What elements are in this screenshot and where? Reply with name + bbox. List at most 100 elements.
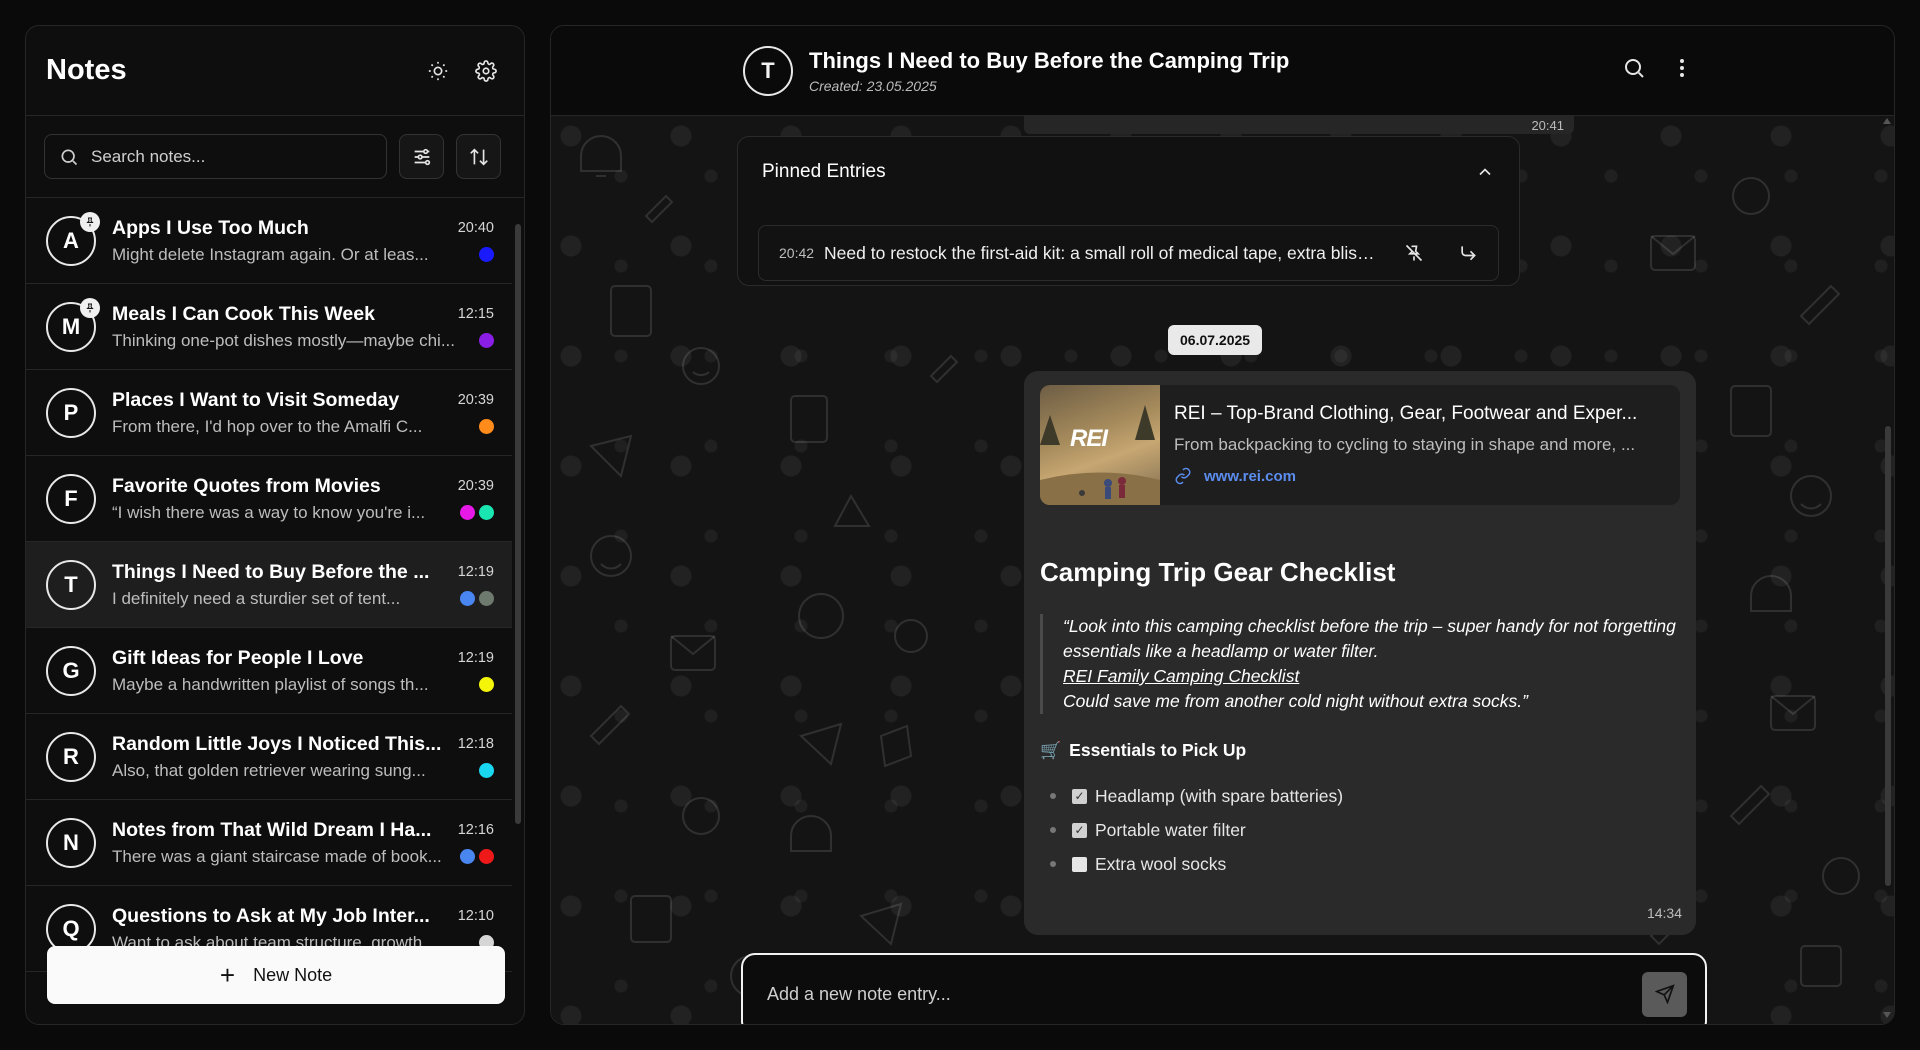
note-entry-bubble: REI REI – Top-Brand Clothing, Gear, Foot… <box>1024 371 1696 935</box>
pinned-entry-time: 20:42 <box>779 245 815 261</box>
go-to-entry-icon[interactable] <box>1458 243 1478 263</box>
pinned-entry-text: Need to restock the first-aid kit: a sma… <box>824 242 1376 263</box>
link-preview-card[interactable]: REI REI – Top-Brand Clothing, Gear, Foot… <box>1040 385 1680 505</box>
color-tag-dot <box>479 505 494 520</box>
note-item-time: 20:39 <box>457 392 494 408</box>
theme-toggle-button[interactable] <box>420 53 456 89</box>
rei-logo: REI <box>1070 425 1108 452</box>
checklist-item-label: Extra wool socks <box>1095 853 1227 874</box>
checklist-item: ✓ Headlamp (with spare batteries) <box>1040 779 1680 813</box>
new-entry-input[interactable] <box>767 983 1642 1005</box>
bullet <box>1050 793 1056 799</box>
note-list-item[interactable]: N Notes from That Wild Dream I Ha... 12:… <box>26 800 512 886</box>
checklist-link[interactable]: REI Family Camping Checklist <box>1063 666 1299 686</box>
checklist-item: Extra wool socks <box>1040 847 1680 881</box>
note-item-preview: Thinking one-pot dishes mostly—maybe chi… <box>112 330 455 350</box>
send-icon <box>1654 984 1675 1004</box>
color-tags <box>479 763 494 778</box>
shopping-cart-icon: 🛒 <box>1040 740 1062 760</box>
note-list-item[interactable]: G Gift Ideas for People I Love 12:19 May… <box>26 628 512 714</box>
entry-heading: Camping Trip Gear Checklist <box>1040 557 1396 587</box>
entry-time: 14:34 <box>1646 905 1682 921</box>
note-item-time: 12:19 <box>457 650 494 666</box>
color-tags <box>479 247 494 262</box>
scroll-up-arrow[interactable] <box>1883 118 1891 124</box>
checkbox[interactable] <box>1072 856 1087 872</box>
gear-icon <box>475 59 497 82</box>
link-preview-url[interactable]: www.rei.com <box>1174 467 1666 485</box>
color-tag-dot <box>479 333 494 348</box>
color-tags <box>460 849 494 864</box>
note-avatar: T <box>46 559 96 610</box>
sidebar-toolbar <box>26 116 524 198</box>
checkbox[interactable]: ✓ <box>1072 788 1087 804</box>
color-tags <box>479 333 494 348</box>
note-header: T Things I Need to Buy Before the Campin… <box>551 26 1894 116</box>
section-heading: 🛒 Essentials to Pick Up <box>1040 740 1680 761</box>
note-list-item[interactable]: F Favorite Quotes from Movies 20:39 “I w… <box>26 456 512 542</box>
scroll-down-arrow[interactable] <box>1883 1012 1891 1018</box>
pinned-entries-header[interactable]: Pinned Entries <box>738 137 1519 207</box>
note-item-title: Favorite Quotes from Movies <box>112 474 381 497</box>
note-item-title: Places I Want to Visit Someday <box>112 388 400 411</box>
note-item-time: 12:15 <box>457 306 494 322</box>
note-title: Things I Need to Buy Before the Camping … <box>809 47 1290 73</box>
sidebar-header: Notes <box>26 26 524 116</box>
search-icon[interactable] <box>1622 56 1646 80</box>
note-item-preview: “I wish there was a way to know you're i… <box>112 502 426 522</box>
chevron-up-icon[interactable] <box>1475 162 1495 182</box>
send-button[interactable] <box>1642 971 1687 1017</box>
note-avatar: F <box>46 473 96 524</box>
note-item-time: 20:40 <box>457 220 494 236</box>
color-tag-dot <box>479 763 494 778</box>
note-list-item[interactable]: R Random Little Joys I Noticed This... 1… <box>26 714 512 800</box>
search-box <box>44 134 387 179</box>
note-item-title: Questions to Ask at My Job Inter... <box>112 904 430 927</box>
color-tag-dot <box>479 849 494 864</box>
note-item-title: Meals I Can Cook This Week <box>112 302 375 325</box>
sort-arrows-icon <box>469 147 488 166</box>
link-preview-title: REI – Top-Brand Clothing, Gear, Footwear… <box>1174 403 1638 424</box>
search-input[interactable] <box>91 146 351 167</box>
entries-scrollbar[interactable] <box>1885 426 1891 886</box>
sort-button[interactable] <box>456 134 501 179</box>
previous-entry-time: 20:41 <box>1531 118 1564 133</box>
note-avatar: G <box>46 645 96 696</box>
more-vertical-icon[interactable] <box>1670 56 1694 80</box>
plus-icon: + <box>219 960 236 990</box>
entry-quote: “Look into this camping checklist before… <box>1040 614 1680 714</box>
color-tag-dot <box>460 505 475 520</box>
sidebar-scrollbar[interactable] <box>515 224 521 824</box>
quote-text-1: “Look into this camping checklist before… <box>1063 616 1676 661</box>
note-list-item[interactable]: A Apps I Use Too Much 20:40 Might delete… <box>26 198 512 284</box>
link-icon <box>1175 467 1191 485</box>
color-tags <box>479 677 494 692</box>
note-list-item[interactable]: M Meals I Can Cook This Week 12:15 Think… <box>26 284 512 370</box>
pinned-entries-title: Pinned Entries <box>762 161 886 182</box>
note-item-title: Random Little Joys I Noticed This... <box>112 732 442 755</box>
checklist-item: ✓ Portable water filter <box>1040 813 1680 847</box>
checkbox[interactable]: ✓ <box>1072 822 1087 838</box>
date-separator: 06.07.2025 <box>1168 325 1263 355</box>
note-avatar: M <box>46 297 100 352</box>
pinned-entry[interactable]: 20:42 Need to restock the first-aid kit:… <box>758 225 1499 281</box>
note-item-preview: From there, I'd hop over to the Amalfi C… <box>112 416 423 436</box>
unpin-icon[interactable] <box>1404 243 1424 263</box>
note-list-item[interactable]: T Things I Need to Buy Before the ... 12… <box>26 542 512 628</box>
note-list-item[interactable]: P Places I Want to Visit Someday 20:39 F… <box>26 370 512 456</box>
note-avatar: T <box>743 45 793 96</box>
filter-button[interactable] <box>399 134 444 179</box>
settings-button[interactable] <box>468 53 504 89</box>
note-item-preview: I definitely need a sturdier set of tent… <box>112 588 401 608</box>
color-tag-dot <box>479 419 494 434</box>
note-item-time: 12:19 <box>457 564 494 580</box>
sun-icon <box>428 61 448 80</box>
note-item-preview: Also, that golden retriever wearing sung… <box>112 760 426 780</box>
color-tags <box>460 591 494 606</box>
bullet <box>1050 827 1056 833</box>
link-url-text: www.rei.com <box>1204 467 1296 485</box>
note-avatar: A <box>46 211 100 266</box>
new-note-button[interactable]: + New Note <box>47 946 505 1004</box>
section-heading-text: Essentials to Pick Up <box>1069 740 1247 760</box>
note-item-time: 20:39 <box>457 478 494 494</box>
